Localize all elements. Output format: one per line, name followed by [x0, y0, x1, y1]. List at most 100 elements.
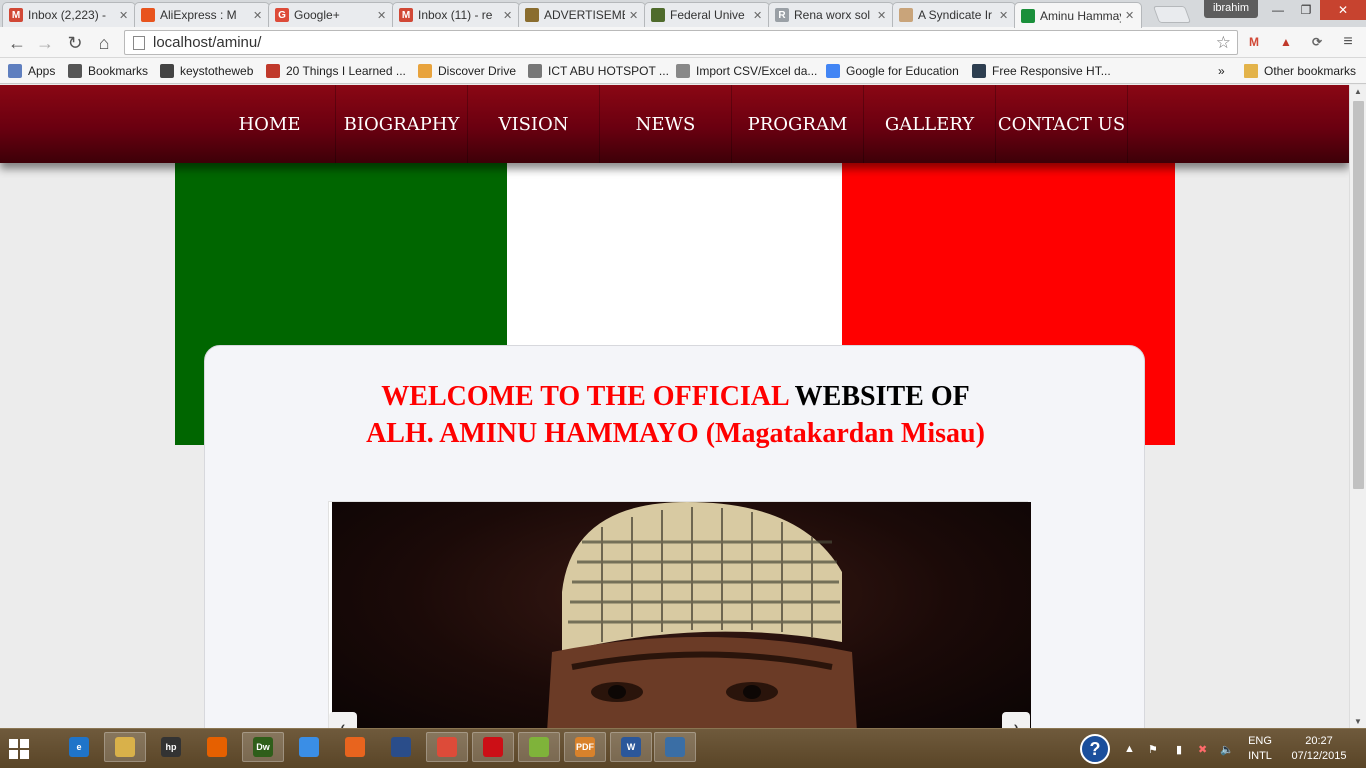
close-tab-icon[interactable]: ✕ [253, 9, 263, 22]
dreamweaver-icon: Dw [253, 737, 273, 757]
restore-button[interactable]: ❐ [1292, 0, 1320, 20]
browser-tab[interactable]: R Rena worx sol ✕ [768, 2, 894, 27]
close-window-button[interactable]: ✕ [1320, 0, 1366, 20]
bookmark-item[interactable]: Import CSV/Excel da... [676, 62, 817, 80]
browser-tab[interactable]: AliExpress : M ✕ [134, 2, 270, 27]
nav-item-program[interactable]: PROGRAM [732, 85, 864, 163]
slider-next-button[interactable]: › [1002, 712, 1030, 728]
language-indicator[interactable]: ENG INTL [1240, 734, 1280, 764]
taskbar-app[interactable]: hp [150, 732, 192, 762]
bookmark-star-icon[interactable]: ☆ [1216, 33, 1231, 53]
opera-icon [483, 737, 503, 757]
gmail-icon: M [399, 8, 413, 22]
bookmark-item[interactable]: keystotheweb [160, 62, 253, 80]
taskbar-app[interactable] [472, 732, 514, 762]
tab-strip: M Inbox (2,223) - ✕ AliExpress : M ✕ G Google+… [0, 0, 1366, 28]
network-icon[interactable]: ✖ [1198, 729, 1207, 768]
browser-tab[interactable]: G Google+ ✕ [268, 2, 394, 27]
nav-item-home[interactable]: HOME [204, 85, 336, 163]
folder-sync-icon [529, 737, 549, 757]
taskbar-app[interactable]: W [610, 732, 652, 762]
keys-icon [160, 64, 174, 78]
nav-item-gallery[interactable]: GALLERY [864, 85, 996, 163]
volume-icon[interactable]: 🔈 [1220, 729, 1234, 768]
bookmark-item[interactable]: Discover Drive [418, 62, 516, 80]
nav-item-contact-us[interactable]: CONTACT US [996, 85, 1128, 163]
browser-tab[interactable]: Aminu Hammay ✕ [1014, 2, 1142, 28]
apps-grid-icon [8, 64, 22, 78]
reload-button[interactable]: ↻ [64, 32, 86, 54]
taskbar-app[interactable] [104, 732, 146, 762]
alert-extension-icon[interactable]: ▲ [1276, 33, 1296, 51]
taskbar-app[interactable] [288, 732, 330, 762]
bookmark-item[interactable]: Bookmarks [68, 62, 148, 80]
system-clock[interactable]: 20:27 07/12/2015 [1284, 734, 1354, 764]
new-tab-button[interactable] [1152, 6, 1192, 23]
close-tab-icon[interactable]: ✕ [503, 9, 513, 22]
close-tab-icon[interactable]: ✕ [629, 9, 639, 22]
aliexpress-icon [141, 8, 155, 22]
bookmark-label: 20 Things I Learned ... [286, 64, 406, 78]
minimize-button[interactable]: — [1264, 0, 1292, 20]
close-tab-icon[interactable]: ✕ [999, 9, 1009, 22]
bookmark-label: Google for Education [846, 64, 959, 78]
browser-tab[interactable]: M Inbox (2,223) - ✕ [2, 2, 136, 27]
action-center-flag-icon[interactable]: ⚑ [1148, 729, 1158, 768]
nav-item-vision[interactable]: VISION [468, 85, 600, 163]
scroll-up-icon[interactable]: ▲ [1354, 87, 1362, 96]
forward-button[interactable]: → [34, 32, 56, 54]
page-scrollbar[interactable]: ▲ ▼ [1349, 85, 1366, 728]
address-bar[interactable]: localhost/aminu/ ☆ [124, 30, 1238, 55]
profile-button[interactable]: ibrahim [1204, 0, 1258, 18]
battery-icon[interactable]: ▮ [1176, 729, 1182, 768]
help-icon[interactable]: ? [1080, 729, 1110, 768]
bookmark-item[interactable]: Google for Education [826, 62, 959, 80]
taskbar-app[interactable] [380, 732, 422, 762]
nav-item-biography[interactable]: BIOGRAPHY [336, 85, 468, 163]
close-tab-icon[interactable]: ✕ [877, 9, 887, 22]
home-button[interactable]: ⌂ [93, 32, 115, 54]
safari-icon [299, 737, 319, 757]
clock-date: 07/12/2015 [1291, 750, 1347, 762]
taskbar-app[interactable] [196, 732, 238, 762]
taskbar-app[interactable] [654, 732, 696, 762]
gmail-extension-icon[interactable]: M [1244, 33, 1264, 51]
bookmark-item[interactable]: ICT ABU HOTSPOT ... [528, 62, 669, 80]
media-icon [391, 737, 411, 757]
chrome-menu-icon[interactable]: ≡ [1338, 33, 1358, 51]
scroll-down-icon[interactable]: ▼ [1354, 717, 1362, 726]
close-tab-icon[interactable]: ✕ [119, 9, 129, 22]
scrollbar-thumb[interactable] [1353, 101, 1364, 489]
hp-icon: hp [161, 737, 181, 757]
bookmark-item[interactable]: Free Responsive HT... [972, 62, 1111, 80]
star-icon [68, 64, 82, 78]
r-icon [676, 64, 690, 78]
welcome-line1-red: WELCOME TO THE OFFICIAL [381, 381, 789, 412]
browser-tab[interactable]: A Syndicate Ir ✕ [892, 2, 1016, 27]
bookmark-item[interactable]: Apps [8, 62, 55, 80]
browser-tab[interactable]: Federal Unive ✕ [644, 2, 770, 27]
close-tab-icon[interactable]: ✕ [1125, 9, 1135, 22]
welcome-heading: WELCOME TO THE OFFICIAL WEBSITE OF ALH. … [205, 378, 1146, 452]
nav-item-news[interactable]: NEWS [600, 85, 732, 163]
taskbar-app[interactable] [334, 732, 376, 762]
close-tab-icon[interactable]: ✕ [377, 9, 387, 22]
tray-expand-icon[interactable]: ▲ [1124, 729, 1135, 768]
more-bookmarks-button[interactable]: » [1218, 62, 1225, 80]
sandbox-icon [345, 737, 365, 757]
taskbar-app[interactable]: e [58, 732, 100, 762]
taskbar-app[interactable]: PDF [564, 732, 606, 762]
back-button[interactable]: ← [6, 32, 28, 54]
close-tab-icon[interactable]: ✕ [753, 9, 763, 22]
browser-tab[interactable]: ADVERTISEMEN ✕ [518, 2, 646, 27]
taskbar-app[interactable] [426, 732, 468, 762]
windows-start-icon[interactable] [8, 738, 30, 760]
other-bookmarks-folder[interactable]: Other bookmarks [1244, 62, 1356, 80]
bookmark-label: Apps [28, 64, 56, 78]
browser-tab[interactable]: M Inbox (11) - re ✕ [392, 2, 520, 27]
sync-extension-icon[interactable]: ⟳ [1307, 33, 1327, 51]
taskbar-app[interactable] [518, 732, 560, 762]
slider-prev-button[interactable]: ‹ [329, 712, 357, 728]
bookmark-item[interactable]: 20 Things I Learned ... [266, 62, 406, 80]
taskbar-app[interactable]: Dw [242, 732, 284, 762]
